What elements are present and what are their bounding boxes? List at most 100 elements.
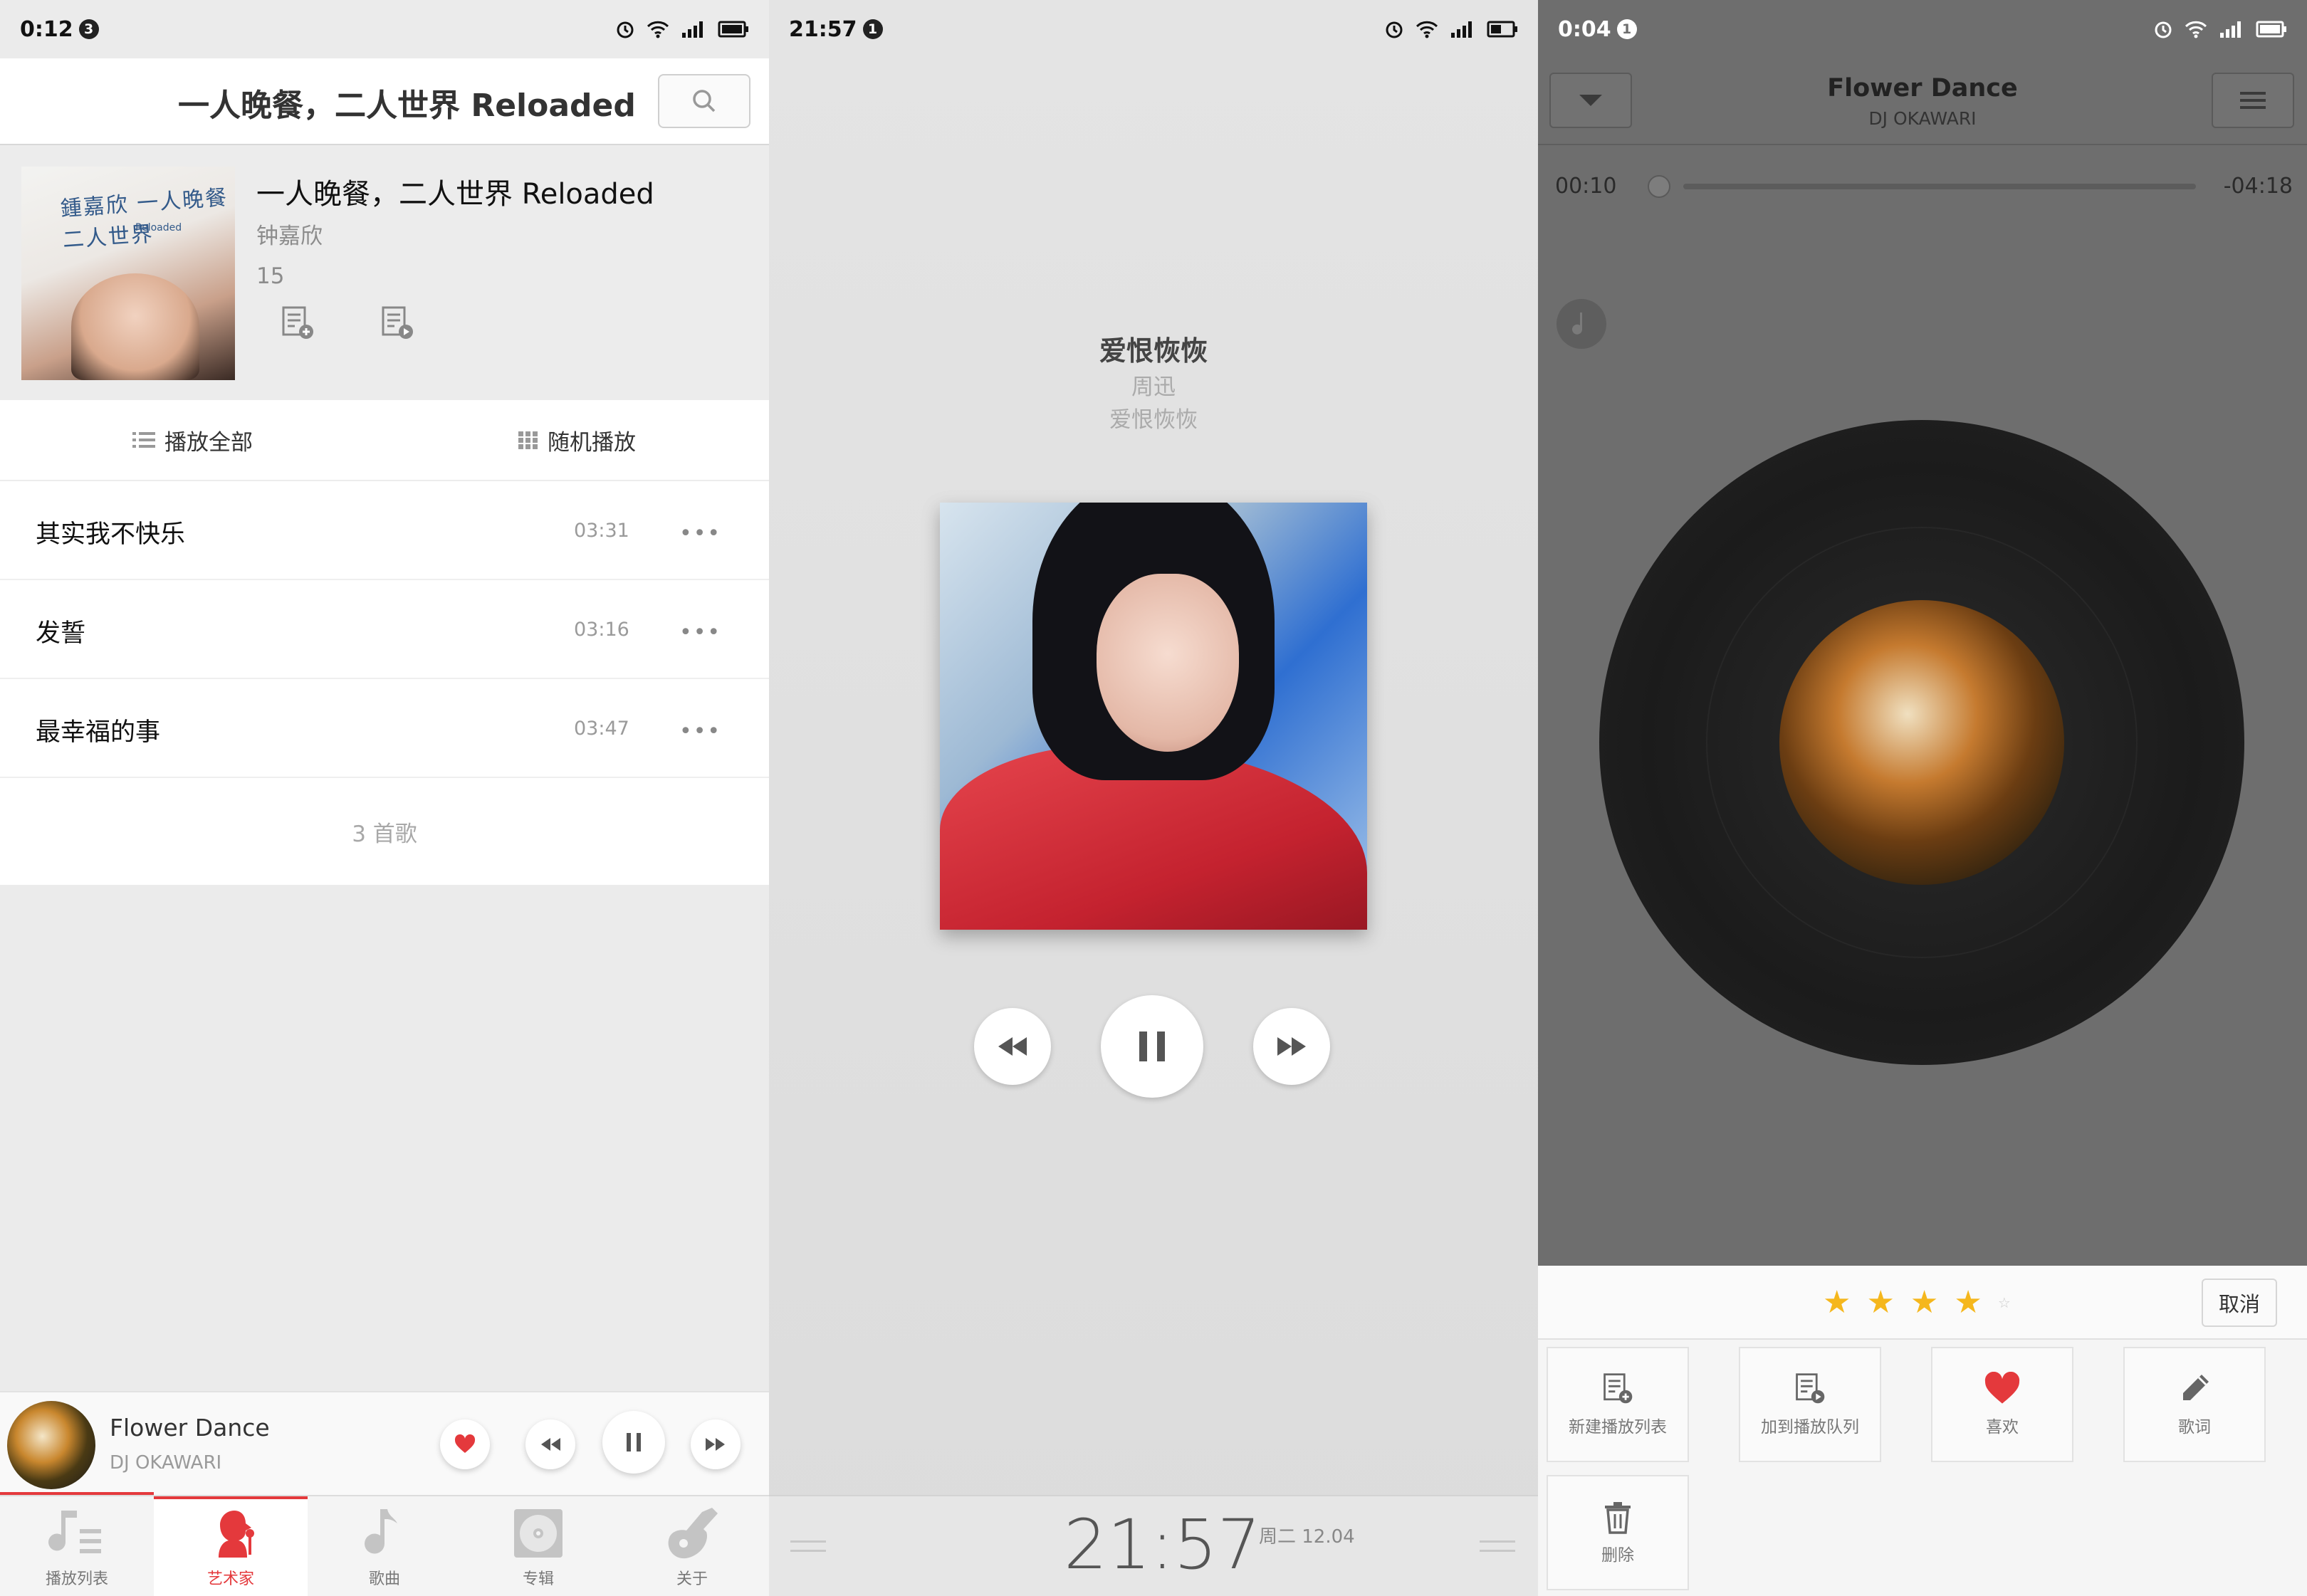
add-to-queue-button[interactable] [376, 302, 419, 345]
search-button[interactable] [658, 74, 750, 128]
right-drag-handle[interactable] [1480, 1540, 1515, 1552]
rewind-icon [998, 1037, 1027, 1056]
playlist-icon [48, 1511, 101, 1553]
album-detail-screen: 0:12 3 一人晚餐，二人世界 Reloaded 鍾嘉欣 一人晚餐二人世界 R… [0, 0, 769, 1596]
now-playing-artist: DJ OKAWARI [1868, 108, 1977, 129]
rating-bar: ★ ★ ★ ★ ☆ 取消 [1538, 1266, 2307, 1340]
star-rating[interactable]: ★ ★ ★ ★ ☆ [1823, 1284, 2011, 1321]
play-all-label: 播放全部 [164, 429, 253, 456]
status-time: 21:57 [789, 16, 857, 42]
signal-icon [682, 21, 703, 38]
elapsed-time: 00:10 [1555, 174, 1617, 199]
pencil-icon [2183, 1375, 2209, 1400]
more-options-icon[interactable]: ••• [679, 521, 721, 546]
tab-albums[interactable]: 专辑 [461, 1496, 615, 1596]
player-header: Flower Dance DJ OKAWARI [1538, 58, 2307, 145]
menu-button[interactable] [2212, 73, 2294, 128]
album-title: 一人晚餐，二人世界 Reloaded [256, 178, 654, 211]
mini-player-title: Flower Dance [110, 1414, 270, 1442]
clock-date: 周二 12.04 [1259, 1526, 1355, 1548]
star-empty-icon[interactable]: ☆ [1998, 1294, 2011, 1311]
song-album: 爱恨恢恢 [1109, 407, 1198, 433]
action-sheet: ★ ★ ★ ★ ☆ 取消 新建播放列表 加到播放队列 喜欢 歌词 删除 [1538, 1266, 2307, 1596]
tab-label: 关于 [676, 1570, 708, 1588]
delete-action[interactable]: 删除 [1547, 1475, 1689, 1590]
next-button[interactable] [1253, 1008, 1330, 1085]
remaining-time: -04:18 [2223, 174, 2293, 199]
album-track-count: 15 [256, 263, 285, 289]
list-item[interactable]: 其实我不快乐 03:31 ••• [0, 481, 769, 580]
action-label: 歌词 [2178, 1418, 2211, 1437]
cover-sub-lettering: Reloaded [135, 222, 182, 233]
lyrics-action[interactable]: 歌词 [2123, 1347, 2266, 1462]
app-header: 一人晚餐，二人世界 Reloaded [0, 58, 769, 145]
action-label: 删除 [1601, 1546, 1634, 1565]
action-label: 新建播放列表 [1569, 1418, 1667, 1437]
song-duration: 03:31 [574, 520, 629, 542]
lyrics-toggle-button[interactable] [1557, 299, 1606, 349]
dimmed-player-background[interactable]: 0:04 1 Flower Dance DJ OKAWARI 00:10 -04… [1538, 0, 2307, 1266]
add-to-queue-icon [382, 306, 413, 339]
fast-forward-icon [1277, 1037, 1306, 1056]
shuffle-label: 随机播放 [548, 429, 636, 456]
tab-label: 艺术家 [206, 1570, 254, 1588]
seek-thumb[interactable] [1648, 175, 1670, 198]
signal-icon [1451, 21, 1472, 38]
star-filled-icon[interactable]: ★ [1866, 1284, 1894, 1321]
mini-player[interactable]: Flower Dance DJ OKAWARI [0, 1391, 769, 1495]
page-title: 一人晚餐，二人世界 Reloaded [178, 88, 636, 124]
status-bar: 0:04 1 [1538, 0, 2307, 58]
cancel-button[interactable]: 取消 [2202, 1279, 2277, 1327]
notification-badge: 1 [862, 19, 883, 39]
song-artist: 周迅 [1131, 374, 1176, 400]
next-button[interactable] [691, 1419, 741, 1469]
bottom-tab-bar: 播放列表 艺术家 歌曲 专辑 关于 [0, 1495, 769, 1596]
list-icon [132, 432, 155, 448]
album-art [940, 503, 1367, 930]
alarm-icon [617, 21, 634, 38]
seek-bar[interactable] [1683, 184, 2196, 189]
vinyl-cover-art [1779, 600, 2064, 885]
battery-icon [2256, 21, 2286, 38]
more-options-icon[interactable]: ••• [679, 620, 721, 645]
list-item[interactable]: 发誓 03:16 ••• [0, 580, 769, 679]
star-filled-icon[interactable]: ★ [1910, 1284, 1938, 1321]
wifi-icon [647, 21, 669, 38]
left-drag-handle[interactable] [790, 1540, 826, 1552]
rewind-icon [541, 1438, 560, 1451]
tab-playlist[interactable]: 播放列表 [0, 1496, 154, 1596]
star-filled-icon[interactable]: ★ [1823, 1284, 1851, 1321]
shuffle-button[interactable]: 随机播放 [384, 400, 769, 480]
heart-icon [1984, 1372, 2020, 1404]
more-options-icon[interactable]: ••• [679, 719, 721, 744]
song-title: 爱恨恢恢 [1099, 335, 1208, 367]
list-item[interactable]: 最幸福的事 03:47 ••• [0, 679, 769, 778]
alarm-icon [2155, 21, 2172, 38]
star-filled-icon[interactable]: ★ [1954, 1284, 1982, 1321]
new-playlist-button[interactable] [276, 302, 319, 345]
song-title: 发誓 [36, 619, 86, 648]
status-time: 0:04 [1558, 16, 1611, 42]
menu-icon [2240, 92, 2266, 109]
heart-icon [454, 1434, 476, 1453]
pause-button[interactable] [602, 1411, 665, 1474]
song-title: 最幸福的事 [36, 718, 161, 747]
pause-button[interactable] [1101, 995, 1203, 1098]
guitar-icon [668, 1508, 718, 1559]
lockscreen-player: 21:57 1 爱恨恢恢 周迅 爱恨恢恢 21:57 周二 12.04 [769, 0, 1538, 1596]
new-playlist-icon [282, 306, 313, 339]
tab-songs[interactable]: 歌曲 [308, 1496, 461, 1596]
tab-about[interactable]: 关于 [615, 1496, 769, 1596]
cover-lettering: 鍾嘉欣 一人晚餐二人世界 [59, 185, 229, 253]
previous-button[interactable] [974, 1008, 1051, 1085]
new-playlist-action[interactable]: 新建播放列表 [1547, 1347, 1689, 1462]
tab-artist[interactable]: 艺术家 [154, 1496, 308, 1596]
previous-button[interactable] [525, 1419, 575, 1469]
music-note-icon [1572, 313, 1582, 335]
alarm-icon [1386, 21, 1403, 38]
like-button[interactable] [440, 1419, 490, 1469]
like-action[interactable]: 喜欢 [1931, 1347, 2073, 1462]
tab-label: 专辑 [522, 1570, 554, 1588]
play-all-button[interactable]: 播放全部 [0, 400, 384, 480]
add-to-queue-action[interactable]: 加到播放队列 [1739, 1347, 1881, 1462]
